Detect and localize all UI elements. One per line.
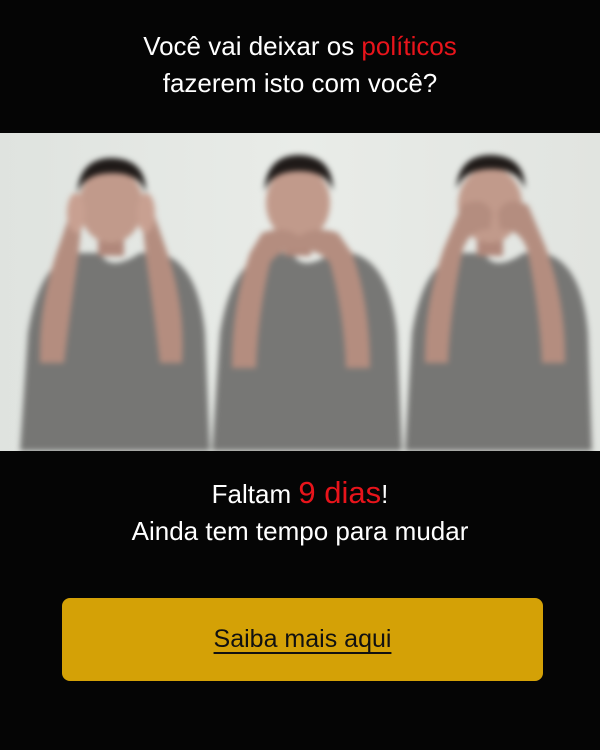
countdown-line-1: Faltam 9 dias! (0, 474, 600, 513)
headline-prefix: Você vai deixar os (143, 31, 362, 61)
countdown-suffix: ! (381, 479, 389, 509)
days-remaining: 9 dias (298, 475, 382, 510)
countdown-message: Faltam 9 dias! Ainda tem tempo para muda… (0, 474, 600, 550)
learn-more-button[interactable]: Saiba mais aqui (62, 598, 543, 681)
headline-line-2: fazerem isto com você? (162, 68, 438, 98)
three-men-illustration (20, 155, 592, 451)
figure-hear-no-evil (20, 158, 210, 451)
learn-more-label[interactable]: Saiba mais aqui (214, 625, 392, 654)
headline-line-1: Você vai deixar os políticos (0, 28, 600, 65)
countdown-line-2: Ainda tem tempo para mudar (131, 516, 469, 546)
headline: Você vai deixar os políticos fazerem ist… (0, 28, 600, 102)
figure-speak-no-evil (212, 155, 402, 451)
hero-photo (0, 133, 600, 451)
figure-see-no-evil (405, 155, 592, 451)
headline-highlight: políticos (361, 31, 457, 61)
countdown-prefix: Faltam (211, 479, 299, 509)
